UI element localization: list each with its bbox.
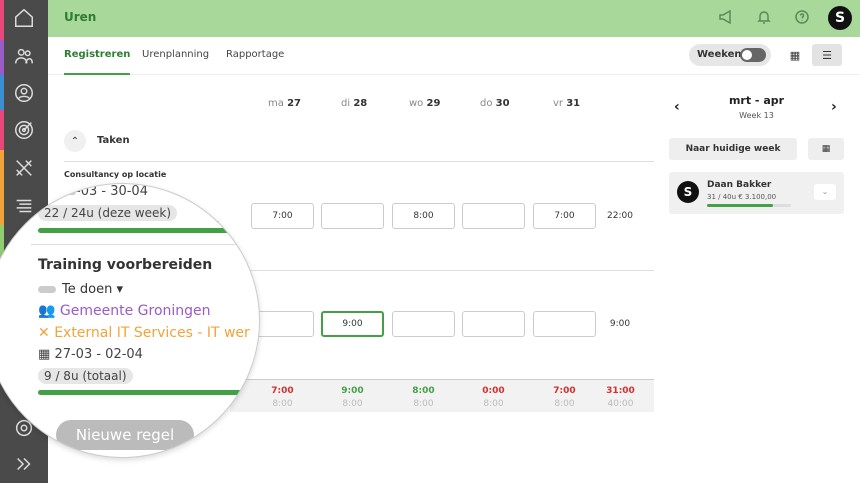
tab-registreren[interactable]: Registreren [64, 49, 131, 75]
progress-bar [38, 390, 248, 395]
hour-input[interactable] [321, 203, 384, 229]
chevron-up-icon: ⌃ [70, 135, 80, 147]
user-dropdown-button[interactable]: ⌄ [814, 184, 836, 200]
users-icon: 👥 [38, 303, 56, 319]
total-planned: 8:00 [554, 399, 575, 409]
day-header-mon: ma 27 [268, 98, 301, 109]
total-planned: 8:00 [483, 399, 504, 409]
list-view-button[interactable]: ☰ [812, 44, 842, 66]
user-progress-bar [707, 204, 791, 207]
calendar-view-button[interactable]: ▦ [780, 44, 810, 66]
user-progress-fill [707, 204, 773, 207]
calendar-icon: ▦ [38, 347, 51, 362]
tab-urenplanning[interactable]: Urenplanning [142, 49, 209, 60]
hour-input-selected[interactable]: 9:00 [321, 311, 384, 337]
tab-bar: Registreren Urenplanning Rapportage Week… [48, 37, 860, 75]
current-week-button[interactable]: Naar huidige week [669, 138, 797, 160]
hours-badge: 9 / 8u (totaal) [38, 368, 133, 384]
total-worked: 7:00 [271, 386, 294, 396]
total-planned-week: 40:00 [607, 399, 634, 409]
home-icon[interactable] [12, 6, 36, 30]
tools-icon: ✕ [38, 325, 50, 341]
total-planned: 8:00 [272, 399, 293, 409]
help-icon[interactable] [794, 9, 812, 27]
day-header-fri: vr 31 [553, 98, 581, 109]
period-label: mrt - apr [728, 94, 785, 107]
day-header-tue: di 28 [341, 98, 368, 109]
row-total: 9:00 [609, 319, 631, 329]
day-header-wed: wo 29 [409, 98, 441, 109]
date-picker-button[interactable]: ▦ [808, 138, 844, 160]
caret-down-icon: ▾ [116, 282, 123, 297]
row-total: 22:00 [607, 211, 633, 221]
users-icon[interactable] [12, 44, 36, 68]
task-dates: -03 - 30-04 [64, 184, 148, 199]
task-dates: ▦ 27-03 - 02-04 [38, 347, 143, 362]
calendar-icon: ▦ [789, 48, 801, 62]
hour-input[interactable]: 8:00 [392, 203, 455, 229]
total-worked: 8:00 [412, 386, 435, 396]
hour-input[interactable] [462, 311, 525, 337]
top-bar: Uren S [48, 0, 860, 37]
hour-input[interactable]: 7:00 [251, 203, 314, 229]
avatar: S [677, 181, 699, 203]
target-icon[interactable] [12, 118, 36, 142]
magnifier-overlay: -03 - 30-04 22 / 24u (deze week) Trainin… [0, 183, 260, 458]
progress-bar [38, 228, 248, 233]
tools-icon[interactable] [12, 156, 36, 180]
total-planned: 8:00 [413, 399, 434, 409]
chevron-down-icon: ⌄ [821, 187, 829, 196]
totals-row: 7:00 9:00 8:00 0:00 7:00 31:00 8:00 8:00… [230, 379, 654, 412]
status-dropdown[interactable]: Te doen ▾ [38, 282, 123, 297]
expand-icon[interactable] [12, 452, 36, 476]
task-title: Consultancy op locatie [64, 170, 167, 179]
total-planned: 8:00 [342, 399, 363, 409]
collapse-button[interactable]: ⌃ [64, 130, 86, 152]
weekend-toggle[interactable]: Weekend [689, 44, 771, 66]
person-icon[interactable] [12, 81, 36, 105]
new-row-button[interactable]: Nieuwe regel [56, 420, 194, 450]
hour-input[interactable] [533, 311, 596, 337]
list-icon[interactable] [12, 194, 36, 218]
hour-input[interactable] [392, 311, 455, 337]
client-label: 👥 Gemeente Groningen [38, 303, 211, 319]
task-title: Training voorbereiden [38, 257, 213, 273]
user-card[interactable]: S Daan Bakker 31 / 40u € 3.100,00 ⌄ [669, 172, 844, 214]
tasks-section-header: ⌃ Taken [64, 128, 654, 162]
total-worked: 9:00 [341, 386, 364, 396]
total-worked: 7:00 [553, 386, 576, 396]
day-header-thu: do 30 [480, 98, 510, 109]
sidebar-color-strip [0, 0, 4, 483]
list-icon: ☰ [822, 48, 832, 62]
total-worked-week: 31:00 [606, 386, 635, 396]
megaphone-icon[interactable] [718, 9, 736, 27]
week-label: Week 13 [739, 111, 774, 120]
section-label: Taken [97, 135, 130, 146]
row-divider [31, 244, 259, 245]
user-name: Daan Bakker [707, 180, 772, 190]
weekend-switch[interactable] [740, 48, 766, 62]
tab-rapportage[interactable]: Rapportage [226, 49, 284, 60]
hour-input[interactable] [251, 311, 314, 337]
bell-icon[interactable] [756, 9, 774, 27]
hour-input[interactable] [462, 203, 525, 229]
app-title: Uren [64, 10, 97, 24]
total-worked: 0:00 [482, 386, 505, 396]
calendar-icon: ▦ [821, 144, 831, 154]
hour-input[interactable]: 7:00 [533, 203, 596, 229]
hours-badge: 22 / 24u (deze week) [38, 205, 178, 221]
user-summary: 31 / 40u € 3.100,00 [707, 193, 777, 201]
company-logo[interactable]: S [828, 6, 852, 30]
project-label: ✕ External IT Services - IT wer [38, 325, 250, 341]
